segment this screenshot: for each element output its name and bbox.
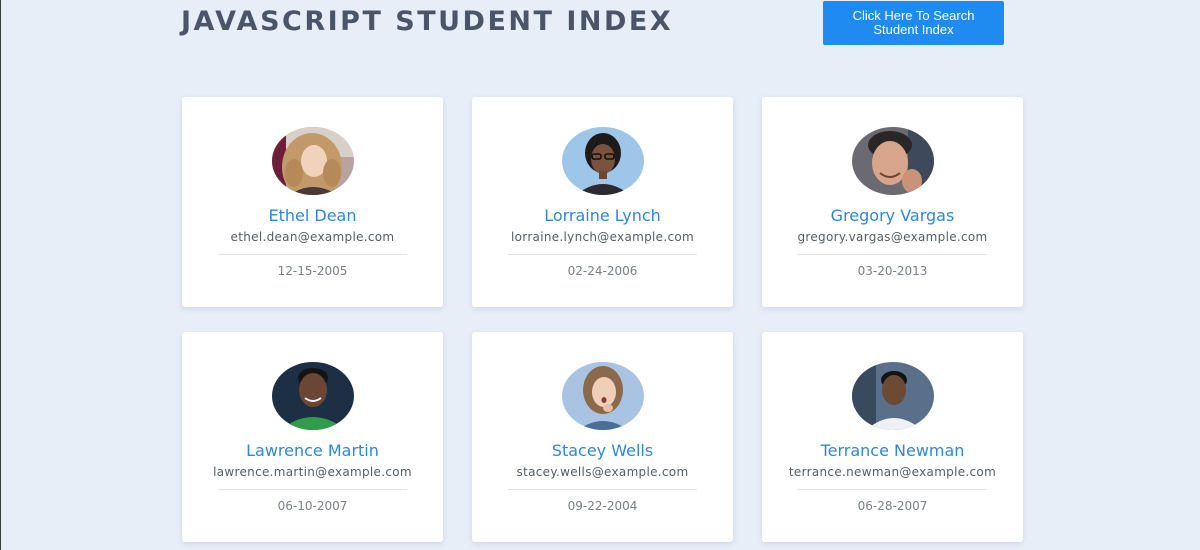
page-title: JAVASCRIPT STUDENT INDEX	[181, 6, 674, 37]
man-smiling-photo	[852, 127, 934, 195]
joined-date: 03-20-2013	[857, 264, 928, 278]
joined-date: 02-24-2006	[567, 264, 638, 278]
student-email: terrance.newman@example.com	[788, 465, 997, 479]
student-email: lorraine.lynch@example.com	[511, 230, 694, 244]
card-divider	[508, 489, 697, 490]
woman-surprised-photo	[562, 362, 644, 430]
student-avatar	[562, 127, 644, 195]
joined-date: 06-10-2007	[277, 499, 348, 513]
student-card[interactable]: Stacey Wells stacey.wells@example.com 09…	[472, 332, 733, 542]
joined-date: 12-15-2005	[277, 264, 348, 278]
woman-curly-hair-photo	[272, 127, 354, 195]
student-avatar	[852, 362, 934, 430]
student-email: stacey.wells@example.com	[516, 465, 689, 479]
student-card[interactable]: Lawrence Martin lawrence.martin@example.…	[182, 332, 443, 542]
student-avatar	[272, 127, 354, 195]
student-name[interactable]: Lorraine Lynch	[472, 206, 733, 225]
card-divider	[218, 254, 407, 255]
joined-date: 06-28-2007	[857, 499, 928, 513]
student-index-page: JAVASCRIPT STUDENT INDEX Click Here To S…	[0, 0, 1200, 550]
student-card[interactable]: Terrance Newman terrance.newman@example.…	[762, 332, 1023, 542]
student-email: lawrence.martin@example.com	[213, 465, 412, 479]
student-name[interactable]: Stacey Wells	[472, 441, 733, 460]
student-name[interactable]: Gregory Vargas	[762, 206, 1023, 225]
joined-date: 09-22-2004	[567, 499, 638, 513]
student-name[interactable]: Ethel Dean	[182, 206, 443, 225]
student-avatar	[272, 362, 354, 430]
student-avatar	[852, 127, 934, 195]
student-name[interactable]: Terrance Newman	[762, 441, 1023, 460]
man-white-shirt-photo	[852, 362, 934, 430]
search-student-index-button[interactable]: Click Here To Search Student Index	[823, 1, 1004, 45]
student-avatar	[562, 362, 644, 430]
student-card[interactable]: Gregory Vargas gregory.vargas@example.co…	[762, 97, 1023, 307]
student-card[interactable]: Lorraine Lynch lorraine.lynch@example.co…	[472, 97, 733, 307]
card-divider	[218, 489, 407, 490]
card-divider	[798, 489, 987, 490]
student-email: ethel.dean@example.com	[230, 230, 395, 244]
man-green-shirt-photo	[272, 362, 354, 430]
card-divider	[508, 254, 697, 255]
card-divider	[798, 254, 987, 255]
student-name[interactable]: Lawrence Martin	[182, 441, 443, 460]
student-card[interactable]: Ethel Dean ethel.dean@example.com 12-15-…	[182, 97, 443, 307]
student-email: gregory.vargas@example.com	[797, 230, 988, 244]
woman-glasses-photo	[562, 127, 644, 195]
